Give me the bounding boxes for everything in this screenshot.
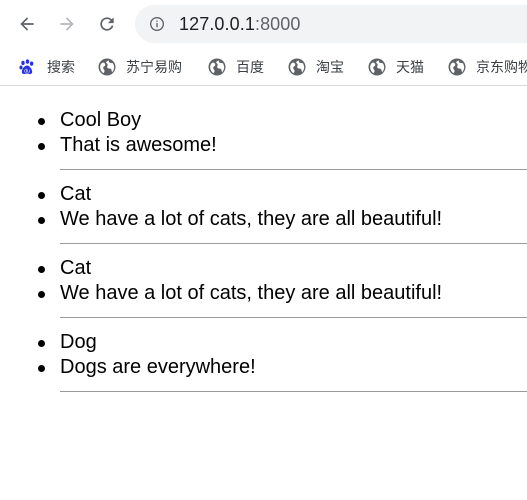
- bookmark-label: 京东购物: [476, 59, 527, 75]
- browser-toolbar: 127.0.0.1:8000: [0, 0, 527, 48]
- url-port: :8000: [254, 13, 301, 34]
- post-item: Dog Dogs are everywhere!: [0, 330, 527, 392]
- globe-icon: [208, 58, 226, 76]
- arrow-left-icon: [20, 17, 34, 31]
- post-list: Cat We have a lot of cats, they are all …: [0, 256, 527, 306]
- bookmarks-bar: du 搜索 苏宁易购 百度 淘宝 天猫 京东购物: [0, 48, 527, 86]
- post-content-text: Dogs are everywhere!: [60, 356, 256, 378]
- address-bar[interactable]: 127.0.0.1:8000: [135, 5, 527, 43]
- post-content: We have a lot of cats, they are all beau…: [38, 281, 527, 306]
- post-title: Cat: [38, 256, 527, 281]
- bookmark-label: 天猫: [396, 59, 424, 75]
- back-button[interactable]: [11, 8, 43, 40]
- post-content: Dogs are everywhere!: [38, 355, 527, 380]
- bookmark-baidu[interactable]: 百度: [208, 56, 264, 78]
- post-list: Cat We have a lot of cats, they are all …: [0, 182, 527, 232]
- post-item: Cat We have a lot of cats, they are all …: [0, 182, 527, 244]
- post-content-text: We have a lot of cats, they are all beau…: [60, 208, 443, 230]
- post-title: Cat: [38, 182, 527, 207]
- bookmark-jd[interactable]: 京东购物: [448, 56, 527, 78]
- post-divider: [60, 391, 527, 392]
- reload-icon: [100, 17, 114, 31]
- bookmark-tmall[interactable]: 天猫: [368, 56, 424, 78]
- bookmark-label: 百度: [236, 59, 264, 75]
- post-content: We have a lot of cats, they are all beau…: [38, 207, 527, 232]
- bookmark-search[interactable]: du 搜索: [18, 56, 75, 78]
- reload-button[interactable]: [91, 8, 123, 40]
- globe-icon: [448, 58, 466, 76]
- globe-icon: [288, 58, 306, 76]
- post-list: Dog Dogs are everywhere!: [0, 330, 527, 380]
- post-item: Cat We have a lot of cats, they are all …: [0, 256, 527, 318]
- arrow-right-icon: [60, 17, 74, 31]
- post-content-text: That is awesome!: [60, 134, 217, 156]
- post-divider: [60, 169, 527, 170]
- bookmark-taobao[interactable]: 淘宝: [288, 56, 344, 78]
- svg-text:du: du: [24, 69, 30, 75]
- post-title: Cool Boy: [38, 108, 527, 133]
- site-info-icon[interactable]: [149, 16, 165, 32]
- bookmark-suning[interactable]: 苏宁易购: [98, 56, 182, 78]
- bookmark-label: 淘宝: [316, 59, 344, 75]
- globe-icon: [98, 58, 116, 76]
- post-divider: [60, 317, 527, 318]
- url-text: 127.0.0.1:8000: [179, 14, 301, 35]
- globe-icon: [368, 58, 386, 76]
- post-title-text: Cool Boy: [60, 109, 142, 131]
- baidu-paw-icon: du: [18, 58, 36, 76]
- post-list: Cool Boy That is awesome!: [0, 108, 527, 158]
- post-title-text: Dog: [60, 331, 97, 353]
- post-item: Cool Boy That is awesome!: [0, 108, 527, 170]
- post-content: That is awesome!: [38, 133, 527, 158]
- bookmark-label: 搜索: [47, 59, 75, 75]
- page-content: Cool Boy That is awesome! Cat We have a …: [0, 86, 527, 392]
- post-title-text: Cat: [60, 183, 92, 205]
- post-divider: [60, 243, 527, 244]
- post-title-text: Cat: [60, 257, 92, 279]
- post-content-text: We have a lot of cats, they are all beau…: [60, 282, 443, 304]
- bookmark-label: 苏宁易购: [126, 59, 182, 75]
- forward-button[interactable]: [51, 8, 83, 40]
- url-host: 127.0.0.1: [179, 13, 255, 34]
- post-title: Dog: [38, 330, 527, 355]
